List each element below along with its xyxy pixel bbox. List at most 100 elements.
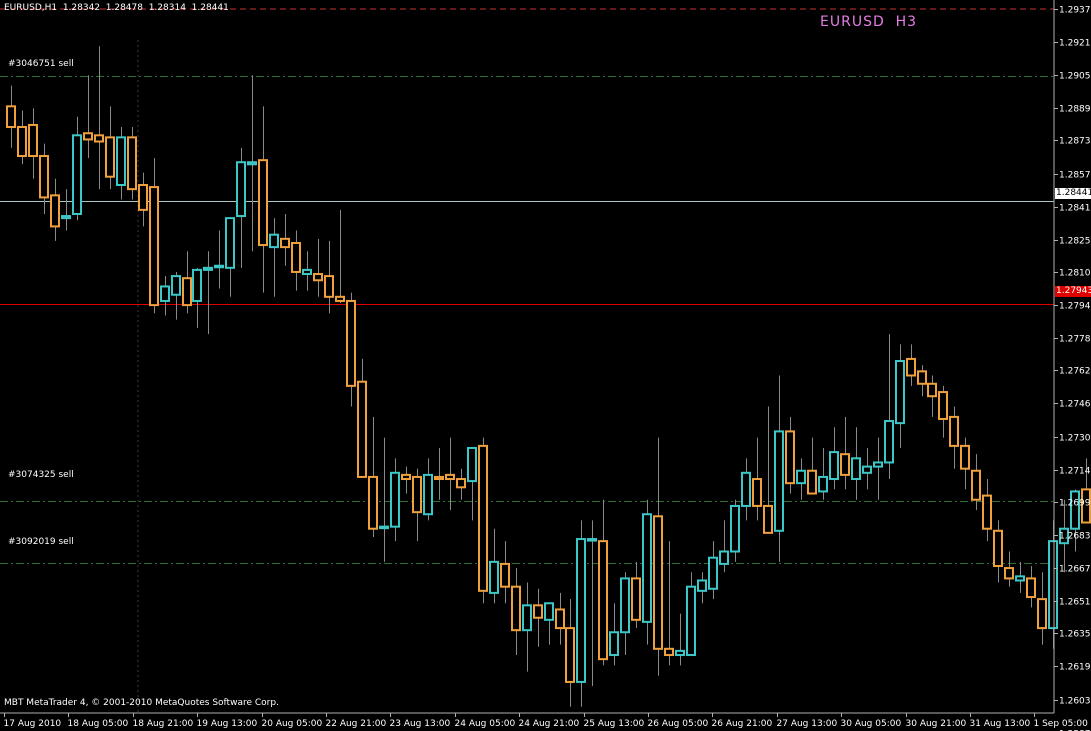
candle [949, 406, 959, 469]
candle [664, 541, 674, 666]
x-tick-label: 17 Aug 2010 [4, 719, 62, 729]
candle [818, 447, 828, 500]
candle [675, 613, 685, 666]
candle [752, 437, 762, 521]
candle-body [938, 391, 948, 420]
y-tick-label: 1.27465 [1059, 400, 1091, 410]
candle [280, 213, 290, 266]
candle [489, 528, 499, 604]
x-tick-label: 20 Aug 05:00 [262, 719, 323, 729]
candle-body [587, 538, 597, 542]
candle-body [83, 132, 93, 141]
candle [686, 572, 696, 657]
bid-price-badge: 1.28441 [1055, 188, 1091, 199]
candle [544, 602, 554, 645]
candle [445, 437, 455, 511]
y-tick-label: 1.27940 [1059, 302, 1091, 312]
candle-body [182, 277, 192, 307]
candle [149, 158, 159, 314]
order-label-3[interactable]: #3092019 sell [8, 537, 74, 547]
x-tick-label: 24 Aug 21:00 [519, 719, 580, 729]
candle [423, 458, 433, 521]
candle-body [511, 585, 521, 632]
candle [598, 499, 608, 666]
candle [565, 599, 575, 707]
y-tick-label: 1.28890 [1059, 105, 1091, 115]
candle-body [576, 538, 586, 683]
candle-body [203, 266, 213, 271]
candle [500, 541, 510, 604]
candle [840, 416, 850, 490]
price-chart[interactable]: 1.29370 1.29210 1.29050 1.28890 1.28735 1.285… [0, 0, 1091, 731]
candle-body [171, 275, 181, 296]
candle-body [324, 275, 334, 298]
candle-body [61, 215, 71, 220]
candle-body [1015, 575, 1025, 582]
candle [522, 582, 532, 672]
candle-body [763, 504, 773, 534]
candle [335, 209, 345, 304]
candle [862, 447, 872, 490]
x-tick-label: 18 Aug 21:00 [133, 719, 194, 729]
candle [917, 365, 927, 397]
candle [1015, 561, 1025, 593]
ask-price-badge: 1.27943 [1055, 286, 1091, 297]
y-tick-label: 1.28575 [1059, 171, 1091, 181]
candle-body [138, 184, 148, 211]
candle [851, 427, 861, 500]
candle [269, 218, 279, 297]
x-tick-label: 25 Aug 13:00 [584, 719, 645, 729]
candle-body [774, 430, 784, 532]
candle [631, 561, 641, 629]
candle [719, 520, 729, 573]
candle [609, 603, 619, 666]
candle-body [6, 105, 16, 129]
y-tick-label: 1.28415 [1059, 204, 1091, 214]
candle-body [214, 264, 224, 269]
candle-body [993, 529, 1003, 567]
candle [116, 127, 126, 200]
order-label-1[interactable]: #3046751 sell [8, 59, 74, 69]
candle-body [598, 540, 608, 661]
candle [182, 251, 192, 314]
chart-title: EURUSD,H1 1.28342 1.28478 1.28314 1.2844… [4, 3, 229, 13]
candle-body [719, 550, 729, 565]
y-tick-label: 1.29210 [1059, 39, 1091, 49]
candle-body [927, 382, 937, 398]
candle-body [258, 159, 268, 247]
candle-body [730, 504, 740, 553]
candle-body [1037, 598, 1047, 630]
candle-body [1048, 540, 1058, 630]
candle [138, 172, 148, 227]
candle-body [357, 380, 367, 478]
candle [368, 416, 378, 537]
order-label-2[interactable]: #3074325 sell [8, 470, 74, 480]
x-tick-label: 31 Aug 13:00 [970, 719, 1031, 729]
candle-body [412, 475, 422, 514]
candle [83, 75, 93, 159]
candle [576, 520, 586, 707]
candle-body [675, 649, 685, 657]
candle [511, 568, 521, 656]
candle [434, 447, 444, 500]
candle [28, 108, 38, 179]
candle [1026, 565, 1036, 608]
candle-body [368, 475, 378, 530]
candle [61, 189, 71, 231]
candle-body [127, 136, 137, 191]
candle [390, 458, 400, 542]
candle [829, 427, 839, 490]
candle-body [423, 473, 433, 516]
candle-body [620, 577, 630, 634]
candle [214, 230, 224, 289]
y-tick-label: 1.28735 [1059, 137, 1091, 147]
candle-body [105, 136, 115, 178]
candle-body [982, 494, 992, 530]
candle [258, 106, 268, 293]
y-tick-label: 1.28255 [1059, 237, 1091, 247]
candle-body [664, 647, 674, 657]
candle [456, 468, 466, 500]
candle-body [247, 161, 257, 166]
candle-body [291, 241, 301, 273]
candle [192, 267, 202, 328]
